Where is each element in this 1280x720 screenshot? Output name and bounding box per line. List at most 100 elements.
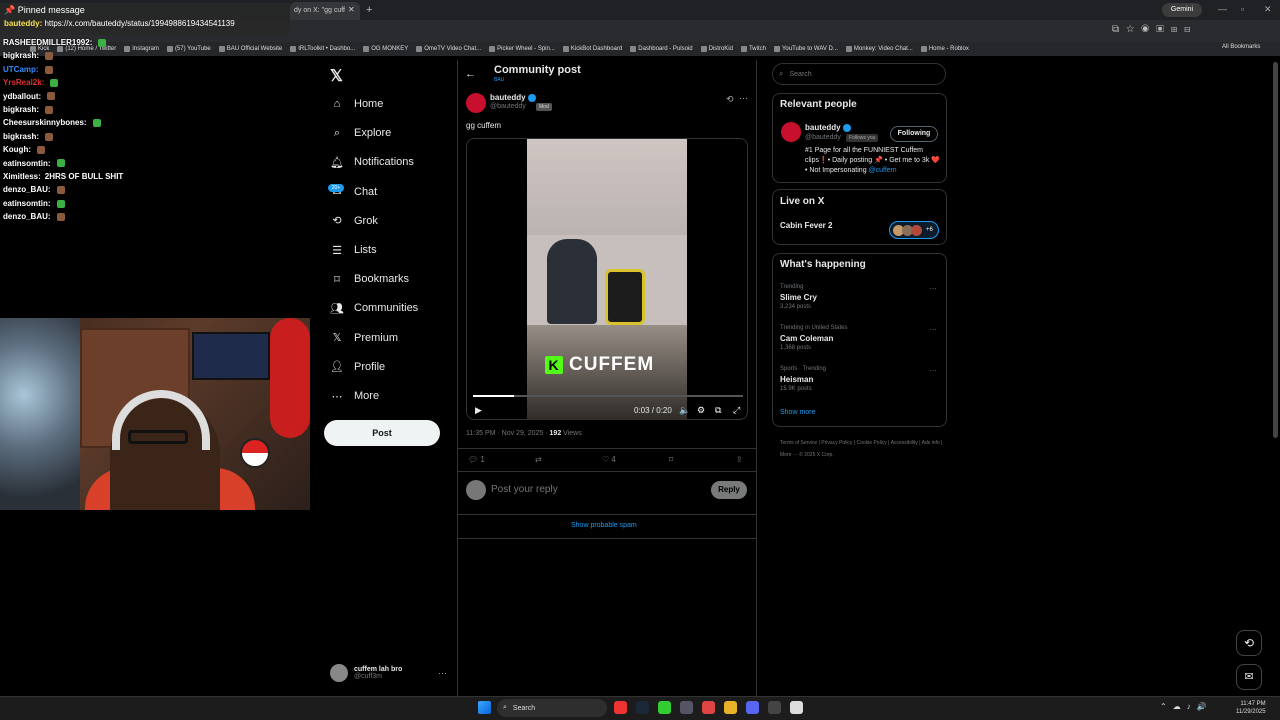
close-window-icon[interactable]: ✕ bbox=[1264, 4, 1272, 15]
show-spam-link[interactable]: Show probable spam bbox=[571, 522, 637, 529]
chat-username[interactable]: bigkrash: bbox=[3, 105, 39, 114]
community-name[interactable]: BAU bbox=[494, 77, 504, 83]
trend-name[interactable]: Slime Cry bbox=[780, 293, 817, 302]
taskbar-search[interactable]: ⌕ Search bbox=[497, 699, 607, 717]
post-more-icon[interactable]: ··· bbox=[739, 93, 748, 103]
nav-item-premium[interactable]: 𝕏 Premium bbox=[330, 331, 398, 345]
like-action[interactable]: ♡ 4 bbox=[602, 455, 616, 464]
post-button[interactable]: Post bbox=[324, 420, 440, 446]
chat-username[interactable]: bigkrash: bbox=[3, 51, 39, 60]
trend-more-icon[interactable]: ··· bbox=[929, 325, 937, 334]
all-bookmarks[interactable]: All Bookmarks bbox=[1222, 44, 1260, 50]
app-icon[interactable] bbox=[790, 701, 803, 714]
live-show-title[interactable]: Cabin Fever 2 bbox=[780, 221, 832, 230]
relevant-avatar[interactable] bbox=[781, 122, 801, 142]
bookmark-item[interactable]: KickBot Dashboard bbox=[562, 46, 622, 52]
reply-action[interactable]: 💬︎ 1 bbox=[468, 455, 485, 464]
nav-item-explore[interactable]: ⌕ Explore bbox=[330, 126, 391, 140]
bio-mention[interactable]: @cuffem bbox=[869, 167, 897, 174]
author-name[interactable]: bauteddy bbox=[490, 93, 536, 102]
chat-username[interactable]: Ximitless: bbox=[3, 172, 41, 181]
minimize-icon[interactable]: — bbox=[1218, 4, 1227, 14]
post-timestamp[interactable]: 11:35 PM · Nov 29, 2025 · bbox=[466, 430, 550, 437]
footer-links[interactable]: Terms of Service | Privacy Policy | Cook… bbox=[780, 437, 945, 461]
pinned-link[interactable]: https://x.com/bauteddy/status/1994988619… bbox=[44, 19, 234, 28]
bookmark-icon[interactable]: ⌑ bbox=[669, 455, 673, 464]
discord-icon[interactable] bbox=[746, 701, 759, 714]
play-icon[interactable]: ▶ bbox=[475, 405, 482, 416]
bookmark-item[interactable]: OG MONKEY bbox=[363, 46, 408, 52]
bookmark-item[interactable]: DistroKid bbox=[700, 46, 733, 52]
show-more-link[interactable]: Show more bbox=[780, 409, 815, 416]
bookmark-item[interactable]: Home - Roblox bbox=[920, 46, 969, 52]
nav-item-profile[interactable]: 👤︎ Profile bbox=[330, 360, 385, 374]
bookmark-item[interactable]: Monkey: Video Chat... bbox=[845, 46, 913, 52]
pip-icon[interactable]: ⧉ bbox=[715, 405, 721, 416]
grok-icon[interactable]: ⟲ bbox=[726, 94, 734, 105]
gemini-button[interactable]: Gemini bbox=[1162, 3, 1202, 17]
trend-more-icon[interactable]: ··· bbox=[929, 366, 937, 375]
relevant-name-text[interactable]: bauteddy bbox=[805, 123, 841, 132]
reply-icon[interactable]: 💬︎ bbox=[468, 455, 478, 464]
repost-icon[interactable]: ⇄ bbox=[535, 455, 542, 464]
chat-username[interactable]: RASHEEDMILLER1992: bbox=[3, 38, 92, 47]
scrollbar[interactable] bbox=[1273, 62, 1278, 438]
chat-username[interactable]: YrsReal2k: bbox=[3, 78, 44, 87]
volume-icon[interactable]: 🔈 bbox=[679, 405, 690, 416]
extension-icons[interactable]: ⧉☆◉▣⊞⊟ bbox=[1112, 24, 1198, 35]
terminal-icon[interactable] bbox=[768, 701, 781, 714]
nav-item-notifications[interactable]: 🔔︎ Notifications bbox=[330, 155, 414, 169]
relevant-name[interactable]: bauteddy bbox=[805, 123, 851, 132]
heart-icon[interactable]: ♡ bbox=[602, 455, 609, 464]
system-tray[interactable]: ⌃☁♪🔊 bbox=[1160, 702, 1213, 711]
new-tab-icon[interactable]: + bbox=[366, 4, 372, 16]
messages-fab-icon[interactable]: ✉ bbox=[1236, 664, 1262, 690]
app-icon[interactable] bbox=[680, 701, 693, 714]
relevant-handle[interactable]: @bauteddy bbox=[805, 134, 841, 141]
trend-more-icon[interactable]: ··· bbox=[929, 284, 937, 293]
nav-item-bookmarks[interactable]: ⌑ Bookmarks bbox=[330, 272, 409, 286]
chat-username[interactable]: ydballout: bbox=[3, 92, 41, 101]
chat-username[interactable]: Kough: bbox=[3, 145, 31, 154]
app-icon[interactable] bbox=[702, 701, 715, 714]
chat-username[interactable]: denzo_BAU: bbox=[3, 212, 51, 221]
reply-input[interactable] bbox=[491, 484, 691, 495]
x-logo-icon[interactable]: 𝕏 bbox=[330, 66, 343, 86]
windows-start-icon[interactable] bbox=[478, 701, 491, 714]
trend-name[interactable]: Heisman bbox=[780, 375, 813, 384]
bookmark-item[interactable]: OmeTV Video Chat... bbox=[416, 46, 481, 52]
account-switcher[interactable]: cuffem lah bro @cuff3m bbox=[330, 662, 450, 684]
nav-item-more[interactable]: ⋯ More bbox=[330, 389, 380, 403]
author-handle[interactable]: @bauteddy bbox=[490, 103, 526, 110]
chat-username[interactable]: denzo_BAU: bbox=[3, 185, 51, 194]
nav-item-communities[interactable]: 👥︎ Communities bbox=[330, 301, 418, 315]
tab-close-icon[interactable]: ✕ bbox=[348, 5, 355, 14]
following-button[interactable]: Following bbox=[890, 126, 938, 142]
nav-item-grok[interactable]: ⟲ Grok bbox=[330, 214, 377, 228]
video-player[interactable]: K CUFFEM ▶ 0:03 / 0:20 🔈 ⚙ ⧉ ⤢ bbox=[466, 138, 748, 420]
nav-item-home[interactable]: ⌂ Home bbox=[330, 97, 384, 111]
chat-username[interactable]: UTCamp: bbox=[3, 65, 39, 74]
back-arrow-icon[interactable]: ← bbox=[465, 68, 476, 80]
reply-button[interactable]: Reply bbox=[711, 481, 747, 499]
maximize-icon[interactable]: ▫ bbox=[1241, 4, 1244, 14]
live-participants[interactable]: +6 bbox=[889, 221, 939, 239]
taskbar-clock[interactable]: 11:47 PM 11/29/2025 bbox=[1236, 700, 1266, 716]
steam-icon[interactable] bbox=[636, 701, 649, 714]
chat-username[interactable]: eatinsomtin: bbox=[3, 159, 51, 168]
more-dots-icon[interactable]: ··· bbox=[438, 668, 447, 678]
fullscreen-icon[interactable]: ⤢ bbox=[733, 405, 740, 416]
author-name-text[interactable]: bauteddy bbox=[490, 93, 526, 102]
nav-item-lists[interactable]: ☰ Lists bbox=[330, 243, 377, 257]
app-icon[interactable] bbox=[658, 701, 671, 714]
bookmark-item[interactable]: Twitch bbox=[740, 46, 766, 52]
share-icon[interactable]: ⇪ bbox=[736, 455, 743, 464]
folder-icon[interactable] bbox=[724, 701, 737, 714]
author-avatar[interactable] bbox=[466, 93, 486, 113]
chat-username[interactable]: Cheesurskinnybones: bbox=[3, 118, 87, 127]
settings-icon[interactable]: ⚙ bbox=[697, 405, 705, 416]
video-progress-bar[interactable] bbox=[473, 395, 743, 397]
chat-username[interactable]: eatinsomtin: bbox=[3, 199, 51, 208]
trend-name[interactable]: Cam Coleman bbox=[780, 334, 833, 343]
grok-fab-icon[interactable]: ⟲ bbox=[1236, 630, 1262, 656]
